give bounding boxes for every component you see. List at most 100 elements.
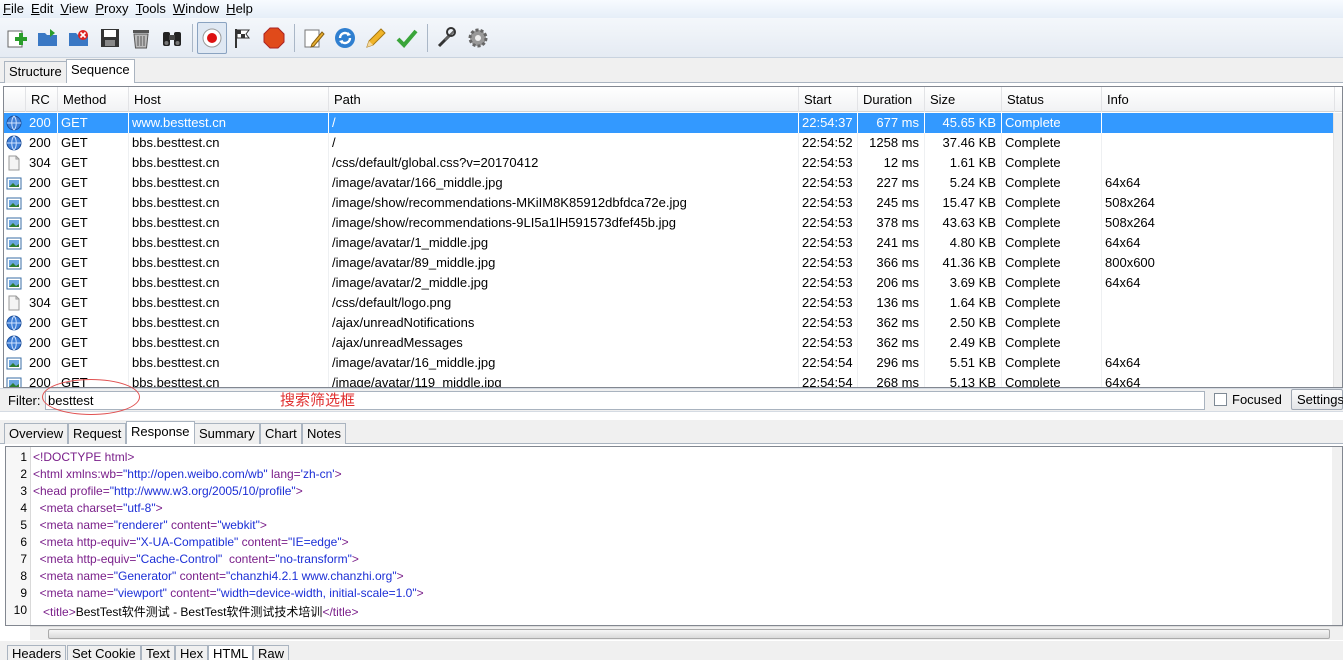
table-row[interactable]: 200 GET bbs.besttest.cn/image/avatar/166_m…: [4, 173, 1335, 193]
code-token: <meta name=: [39, 569, 114, 583]
table-row[interactable]: 200 GET bbs.besttest.cn/image/show/recomme…: [4, 193, 1335, 213]
cell-start: 22:54:53: [799, 153, 858, 173]
table-row[interactable]: 200 GET bbs.besttest.cn/image/show/recomme…: [4, 213, 1335, 233]
tools-button[interactable]: [432, 22, 462, 54]
compose-button[interactable]: [361, 22, 391, 54]
table-row[interactable]: 200 GET bbs.besttest.cn/22:54:52 1258 ms 37.…: [4, 133, 1335, 153]
find-button[interactable]: [157, 22, 187, 54]
cell-size: 41.36 KB: [925, 253, 1002, 273]
open-session-button[interactable]: [33, 22, 63, 54]
col-start-header[interactable]: Start: [799, 87, 858, 112]
tab-structure[interactable]: Structure: [4, 61, 67, 83]
filter-input[interactable]: [45, 391, 1205, 410]
tab-chart[interactable]: Chart: [260, 423, 302, 444]
breakpoints-button[interactable]: [259, 22, 289, 54]
menu-view[interactable]: View: [57, 0, 92, 18]
tab-summary[interactable]: Summary: [194, 423, 260, 444]
col-size-header[interactable]: Size: [925, 87, 1002, 112]
table-row[interactable]: 304 GET bbs.besttest.cn/css/default/global…: [4, 153, 1335, 173]
tab-response[interactable]: Response: [126, 421, 195, 444]
menu-proxy[interactable]: Proxy: [92, 0, 132, 18]
cell-status: Complete: [1002, 293, 1102, 313]
table-row[interactable]: 200 GET bbs.besttest.cn/image/avatar/119_m…: [4, 373, 1335, 387]
code-token: content=: [238, 535, 289, 549]
filter-bar: Filter:: [0, 388, 1343, 412]
tab-hex[interactable]: Hex: [175, 645, 209, 660]
save-button[interactable]: [95, 22, 125, 54]
col-host-header[interactable]: Host: [129, 87, 329, 112]
focused-checkbox-box[interactable]: [1214, 393, 1227, 406]
cell-start: 22:54:54: [799, 353, 858, 373]
tab-headers[interactable]: Headers: [7, 645, 67, 660]
cell-start: 22:54:53: [799, 293, 858, 313]
cell-size: 15.47 KB: [925, 193, 1002, 213]
code-line: <meta http-equiv="X-UA-Compatible" conte…: [33, 535, 349, 549]
edit-button[interactable]: [299, 22, 329, 54]
settings-button[interactable]: Settings: [1291, 389, 1343, 410]
close-session-button[interactable]: [64, 22, 94, 54]
cell-rc: 200: [26, 253, 58, 273]
tab-sequence[interactable]: Sequence: [66, 59, 135, 83]
cell-status: Complete: [1002, 173, 1102, 193]
menu-file[interactable]: File: [0, 0, 28, 18]
col-duration-header[interactable]: Duration: [858, 87, 925, 112]
focused-checkbox[interactable]: Focused: [1214, 392, 1282, 407]
response-body-viewer[interactable]: 1 2 3 4 5 6 7 8 9 10 <!DOCTYPE html> <html xmlns:w…: [5, 446, 1343, 626]
tab-overview[interactable]: Overview: [4, 423, 69, 444]
table-row[interactable]: 304 GET bbs.besttest.cn/css/default/logo.p…: [4, 293, 1335, 313]
menu-window[interactable]: Window: [170, 0, 223, 18]
cell-duration: 245 ms: [858, 193, 925, 213]
new-session-button[interactable]: [2, 22, 32, 54]
record-button[interactable]: [197, 21, 227, 54]
code-token: 'zh-cn': [300, 467, 335, 481]
code-token: >: [341, 535, 349, 549]
cell-host: bbs.besttest.cn: [129, 333, 329, 353]
tab-request[interactable]: Request: [68, 423, 127, 444]
col-path-header[interactable]: Path: [329, 87, 799, 112]
tab-text[interactable]: Text: [141, 645, 175, 660]
col-info-header[interactable]: Info: [1102, 87, 1335, 112]
record-icon: [202, 28, 222, 47]
horizontal-scrollbar-thumb[interactable]: [48, 629, 1330, 639]
code-scrollbar[interactable]: [1332, 447, 1342, 625]
repeat-button[interactable]: [330, 22, 360, 54]
cell-info: [1102, 153, 1335, 173]
tab-raw[interactable]: Raw: [253, 645, 290, 660]
col-rc-header[interactable]: RC: [26, 87, 58, 112]
tab-notes[interactable]: Notes: [302, 423, 346, 444]
clear-button[interactable]: [126, 22, 156, 54]
cell-rc: 304: [26, 153, 58, 173]
cell-method: GET: [58, 113, 129, 133]
table-row[interactable]: 200 GET bbs.besttest.cn/ajax/unreadMessage…: [4, 333, 1335, 353]
table-header: RC Method Host Path Start Duration Size …: [4, 87, 1342, 112]
col-status-header[interactable]: Status: [1002, 87, 1102, 112]
menu-help[interactable]: Help: [223, 0, 257, 18]
table-row[interactable]: 200 GET www.besttest.cn/22:54:37 677 ms 45.6…: [4, 113, 1335, 133]
image-icon: [6, 355, 22, 371]
throttle-button[interactable]: [228, 22, 258, 54]
menu-edit[interactable]: Edit: [28, 0, 57, 18]
table-row[interactable]: 200 GET bbs.besttest.cn/ajax/unreadNotific…: [4, 313, 1335, 333]
table-row[interactable]: 200 GET bbs.besttest.cn/image/avatar/1_mid…: [4, 233, 1335, 253]
menu-tools[interactable]: Tools: [133, 0, 170, 18]
cell-method: GET: [58, 313, 129, 333]
code-token: "utf-8": [123, 501, 156, 515]
table-row[interactable]: 200 GET bbs.besttest.cn/image/avatar/89_mi…: [4, 253, 1335, 273]
menu-window-mnemonic: W: [172, 1, 186, 16]
table-row[interactable]: 200 GET bbs.besttest.cn/image/avatar/2_mid…: [4, 273, 1335, 293]
tab-html[interactable]: HTML: [208, 645, 254, 660]
table-scrollbar[interactable]: [1333, 113, 1342, 387]
cell-host: bbs.besttest.cn: [129, 313, 329, 333]
settings-toolbar-button[interactable]: [463, 22, 493, 54]
add-icon: [7, 30, 27, 47]
code-token: BestTest软件测试 - BestTest软件测试技术培训: [75, 605, 323, 619]
table-row[interactable]: 200 GET bbs.besttest.cn/image/avatar/16_mi…: [4, 353, 1335, 373]
horizontal-scrollbar[interactable]: [30, 626, 1343, 640]
cell-rc: 200: [26, 313, 58, 333]
find-binoculars-icon: [163, 31, 181, 46]
validate-button[interactable]: [392, 22, 422, 54]
cell-duration: 241 ms: [858, 233, 925, 253]
tab-set-cookie[interactable]: Set Cookie: [67, 645, 141, 660]
col-method-header[interactable]: Method: [58, 87, 129, 112]
